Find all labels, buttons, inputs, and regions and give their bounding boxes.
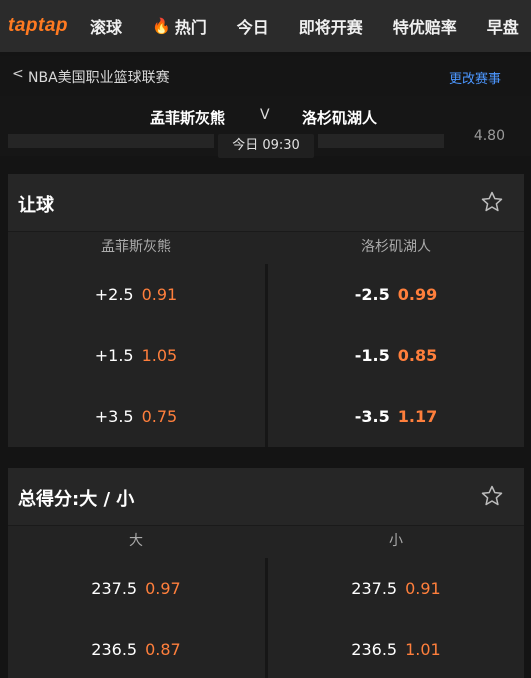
column-header-over: 大 — [129, 533, 143, 549]
total-line: 237.5 — [91, 579, 138, 598]
collapsed-market-strip — [8, 134, 214, 148]
league-name[interactable]: NBA美国职业篮球联赛 — [28, 67, 170, 87]
odds-cell-home[interactable]: +2.5 0.91 — [8, 264, 264, 326]
collapsed-odds-value: 4.80 — [473, 128, 505, 144]
home-team-name: 孟菲斯灰熊 — [150, 109, 226, 127]
nav-item-early[interactable]: 早盘 — [487, 14, 519, 38]
away-team-name: 洛杉矶湖人 — [302, 109, 378, 127]
odds-price: 0.97 — [145, 579, 181, 598]
total-line: 237.5 — [351, 579, 398, 598]
taptap-logo[interactable]: taptap — [8, 15, 68, 37]
star-icon[interactable] — [480, 190, 504, 214]
odds-cell-home[interactable]: +1.5 1.05 — [8, 325, 264, 387]
total-line: 236.5 — [351, 640, 398, 659]
odds-price: 0.91 — [141, 285, 178, 304]
nav-item-label: 早盘 — [486, 18, 519, 37]
nav-item-label: 今日 — [236, 18, 269, 37]
nav-item-today[interactable]: 今日 — [237, 14, 269, 38]
panel-title: 总得分:大 / 小 — [18, 489, 135, 510]
panel-title: 让球 — [18, 195, 54, 216]
handicap-line: -1.5 — [354, 346, 390, 365]
odds-price: 0.99 — [397, 285, 438, 304]
star-icon[interactable] — [480, 484, 504, 508]
column-header-under: 小 — [389, 533, 403, 549]
odds-cell-under[interactable]: 236.5 1.01 — [268, 619, 524, 678]
handicap-line: +1.5 — [94, 346, 134, 365]
nav-item-label: 滚球 — [90, 18, 123, 37]
spread-market-panel: 让球 孟菲斯灰熊 洛杉矶湖人 +2.5 0.91 -2.5 0.99 +1.5 1.0… — [8, 174, 524, 447]
versus-label: V — [260, 107, 270, 123]
match-time: 今日 09:30 — [218, 134, 314, 158]
total-line: 236.5 — [91, 640, 138, 659]
nav-item-boosted-odds[interactable]: 特优赔率 — [393, 14, 457, 38]
flame-icon: 🔥 — [152, 17, 171, 35]
odds-cell-under[interactable]: 237.5 0.91 — [268, 558, 524, 620]
nav-item-live[interactable]: 滚球 — [90, 14, 122, 38]
handicap-line: -3.5 — [354, 407, 390, 426]
nav-item-upcoming[interactable]: 即将开赛 — [299, 14, 363, 38]
odds-cell-over[interactable]: 236.5 0.87 — [8, 619, 264, 678]
chevron-left-icon[interactable]: < — [12, 66, 24, 82]
top-nav: taptap 滚球 🔥 热门 今日 即将开赛 特优赔率 早盘 — [0, 0, 531, 52]
odds-cell-over[interactable]: 237.5 0.97 — [8, 558, 264, 620]
odds-price: 0.85 — [397, 346, 438, 365]
odds-price: 1.01 — [405, 640, 441, 659]
handicap-line: -2.5 — [354, 285, 390, 304]
odds-cell-away[interactable]: -3.5 1.17 — [268, 386, 524, 448]
handicap-line: +3.5 — [94, 407, 134, 426]
odds-cell-away[interactable]: -2.5 0.99 — [268, 264, 524, 326]
odds-price: 1.05 — [141, 346, 178, 365]
odds-price: 0.87 — [145, 640, 181, 659]
change-match-link[interactable]: 更改赛事 — [449, 68, 501, 87]
panel-header: 总得分:大 / 小 — [8, 468, 524, 526]
column-header-away: 洛杉矶湖人 — [361, 239, 431, 255]
odds-cell-away[interactable]: -1.5 0.85 — [268, 325, 524, 387]
breadcrumb: < NBA美国职业篮球联赛 更改赛事 — [0, 56, 531, 96]
nav-item-label: 特优赔率 — [392, 18, 457, 37]
nav-item-hot[interactable]: 🔥 热门 — [152, 14, 207, 38]
handicap-line: +2.5 — [94, 285, 134, 304]
collapsed-market-strip — [318, 134, 444, 148]
nav-item-label: 即将开赛 — [298, 18, 363, 37]
column-header-home: 孟菲斯灰熊 — [101, 239, 171, 255]
nav-item-label: 热门 — [174, 18, 207, 37]
odds-cell-home[interactable]: +3.5 0.75 — [8, 386, 264, 448]
panel-header: 让球 — [8, 174, 524, 232]
match-header: 孟菲斯灰熊 V 洛杉矶湖人 4.80 今日 09:30 — [0, 96, 531, 158]
odds-price: 1.17 — [397, 407, 438, 426]
odds-price: 0.75 — [141, 407, 178, 426]
totals-market-panel: 总得分:大 / 小 大 小 237.5 0.97 237.5 0.91 236.5 0… — [8, 468, 524, 678]
odds-price: 0.91 — [405, 579, 441, 598]
